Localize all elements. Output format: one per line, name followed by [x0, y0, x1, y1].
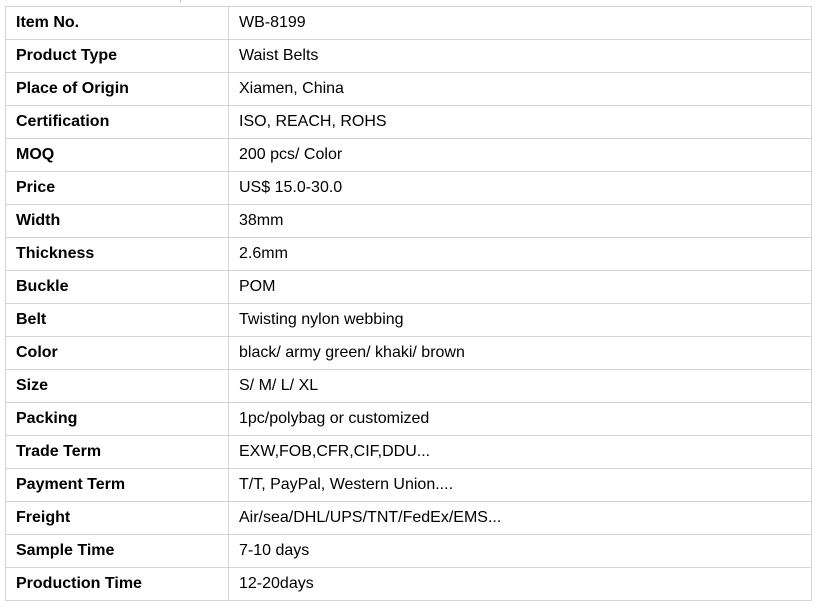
table-row: Payment Term T/T, PayPal, Western Union.… [5, 468, 812, 502]
table-row: Width 38mm [5, 204, 812, 238]
table-row: Certification ISO, REACH, ROHS [5, 105, 812, 139]
table-row: Item No. WB-8199 [5, 6, 812, 40]
spec-label: Packing [5, 402, 229, 436]
table-row: Packing 1pc/polybag or customized [5, 402, 812, 436]
spec-value: S/ M/ L/ XL [228, 369, 812, 403]
spec-value: 200 pcs/ Color [228, 138, 812, 172]
top-edge-mark [180, 0, 181, 2]
spec-value: black/ army green/ khaki/ brown [228, 336, 812, 370]
spec-value: T/T, PayPal, Western Union.... [228, 468, 812, 502]
table-row: Thickness 2.6mm [5, 237, 812, 271]
spec-value: ISO, REACH, ROHS [228, 105, 812, 139]
spec-value: POM [228, 270, 812, 304]
table-row: Color black/ army green/ khaki/ brown [5, 336, 812, 370]
table-row: Size S/ M/ L/ XL [5, 369, 812, 403]
spec-label: Certification [5, 105, 229, 139]
spec-value: WB-8199 [228, 6, 812, 40]
spec-label: Production Time [5, 567, 229, 601]
table-row: Belt Twisting nylon webbing [5, 303, 812, 337]
table-row: Trade Term EXW,FOB,CFR,CIF,DDU... [5, 435, 812, 469]
spec-label: Color [5, 336, 229, 370]
table-row: Production Time 12-20days [5, 567, 812, 601]
spec-label: Width [5, 204, 229, 238]
spec-value: 38mm [228, 204, 812, 238]
spec-label: Payment Term [5, 468, 229, 502]
spec-label: MOQ [5, 138, 229, 172]
spec-value: US$ 15.0-30.0 [228, 171, 812, 205]
spec-value: Twisting nylon webbing [228, 303, 812, 337]
spec-label: Buckle [5, 270, 229, 304]
product-spec-table: Item No. WB-8199 Product Type Waist Belt… [5, 6, 812, 601]
spec-label: Place of Origin [5, 72, 229, 106]
spec-label: Size [5, 369, 229, 403]
spec-value: Air/sea/DHL/UPS/TNT/FedEx/EMS... [228, 501, 812, 535]
spec-label: Product Type [5, 39, 229, 73]
spec-value: Xiamen, China [228, 72, 812, 106]
spec-label: Price [5, 171, 229, 205]
table-row: MOQ 200 pcs/ Color [5, 138, 812, 172]
spec-value: 7-10 days [228, 534, 812, 568]
spec-value: 12-20days [228, 567, 812, 601]
table-row: Buckle POM [5, 270, 812, 304]
spec-label: Belt [5, 303, 229, 337]
spec-value: 2.6mm [228, 237, 812, 271]
spec-table-body: Item No. WB-8199 Product Type Waist Belt… [5, 6, 812, 601]
table-row: Sample Time 7-10 days [5, 534, 812, 568]
spec-label: Thickness [5, 237, 229, 271]
spec-value: EXW,FOB,CFR,CIF,DDU... [228, 435, 812, 469]
table-row: Freight Air/sea/DHL/UPS/TNT/FedEx/EMS... [5, 501, 812, 535]
table-row: Place of Origin Xiamen, China [5, 72, 812, 106]
spec-label: Trade Term [5, 435, 229, 469]
spec-value: Waist Belts [228, 39, 812, 73]
spec-value: 1pc/polybag or customized [228, 402, 812, 436]
spec-label: Sample Time [5, 534, 229, 568]
table-row: Price US$ 15.0-30.0 [5, 171, 812, 205]
spec-label: Item No. [5, 6, 229, 40]
spec-label: Freight [5, 501, 229, 535]
table-row: Product Type Waist Belts [5, 39, 812, 73]
